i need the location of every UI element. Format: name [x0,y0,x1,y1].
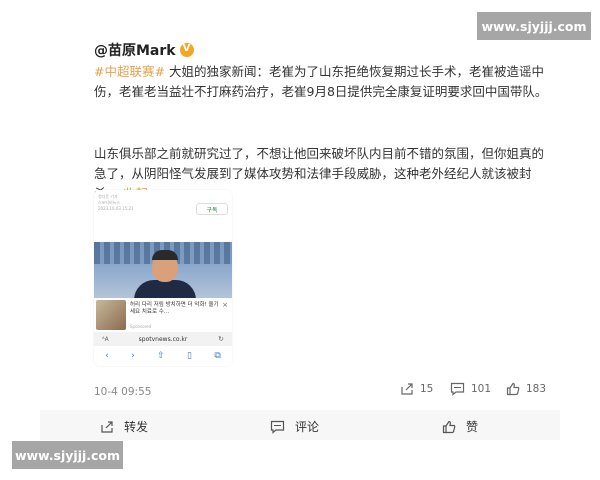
comment-icon [270,420,285,434]
ad-thumbnail [96,300,126,330]
forward-icon: › [131,351,135,361]
article-header: 정다운 기자 스포티비뉴스 2023.10.03 15:21 구독 [94,190,232,240]
browser-nav-bar: ‹ › ⇧ ▯ ⧉ [94,348,232,364]
share-count: 15 [420,383,434,395]
tabs-icon: ⧉ [214,351,221,361]
article-meta: 정다운 기자 스포티비뉴스 2023.10.03 15:21 [98,194,188,212]
coach-body [134,280,196,298]
thumbs-up-icon [442,420,456,433]
hashtag-link[interactable]: #中超联赛# [94,64,165,79]
weibo-post-card: @苗原Mark #中超联赛# 大姐的独家新闻：老崔为了山东拒绝恢复期过长手术，老… [40,32,560,406]
like-count: 183 [526,383,547,395]
share-icon [401,383,413,395]
watermark-top: www.sjyjjj.com [477,12,591,40]
like-button[interactable]: 赞 [442,418,478,435]
subscribe-label: 구독 [206,206,218,214]
back-icon: ‹ [105,351,109,361]
coach-hair [152,250,178,260]
share-stat[interactable]: 15 [400,382,433,396]
text-size-icon: ᴬA [102,335,109,343]
embedded-screenshot-image[interactable]: 정다운 기자 스포티비뉴스 2023.10.03 15:21 구독 허리 다리 … [94,190,232,366]
post-username[interactable]: @苗原Mark [94,40,194,60]
share-icon: ⇧ [157,351,165,361]
comment-stat[interactable]: 101 [450,382,491,396]
thumbs-up-icon [506,382,520,396]
reload-icon: ↻ [218,335,224,343]
ad-text: 허리 다리 저림 방치하면 더 악화! 올기세요 치료로 수... [130,302,219,315]
repost-icon [101,420,113,433]
ad-sponsor: Sponsored [130,324,152,329]
ad-banner: 허리 다리 저림 방치하면 더 악화! 올기세요 치료로 수... Sponso… [94,298,232,332]
post-paragraph-1: #中超联赛# 大姐的独家新闻：老崔为了山东拒绝恢复期过长手术，老崔被造谣中伤，老… [94,62,556,102]
watermark-bottom: www.sjyjjj.com [12,441,123,469]
repost-button[interactable]: 转发 [100,418,148,435]
comment-label: 评论 [295,420,320,434]
close-icon: × [222,301,228,309]
coach-photo [94,242,232,298]
like-stat[interactable]: 183 [506,382,546,396]
action-bar: 转发 评论 赞 [40,410,560,440]
comment-button[interactable]: 评论 [270,418,319,435]
bookmarks-icon: ▯ [187,351,192,361]
url-text: spotvnews.co.kr [138,335,188,343]
verified-badge-icon [179,43,194,57]
comment-icon [450,382,465,396]
subscribe-button: 구독 [196,203,228,215]
repost-label: 转发 [124,420,149,434]
username-text[interactable]: @苗原Mark [94,40,176,60]
browser-url-bar: ᴬA spotvnews.co.kr ↻ [94,332,232,346]
comment-count: 101 [471,383,492,395]
like-label: 赞 [466,420,479,434]
article-date: 2023.10.03 15:21 [98,206,134,211]
post-timestamp: 10-4 09:55 [94,386,152,398]
